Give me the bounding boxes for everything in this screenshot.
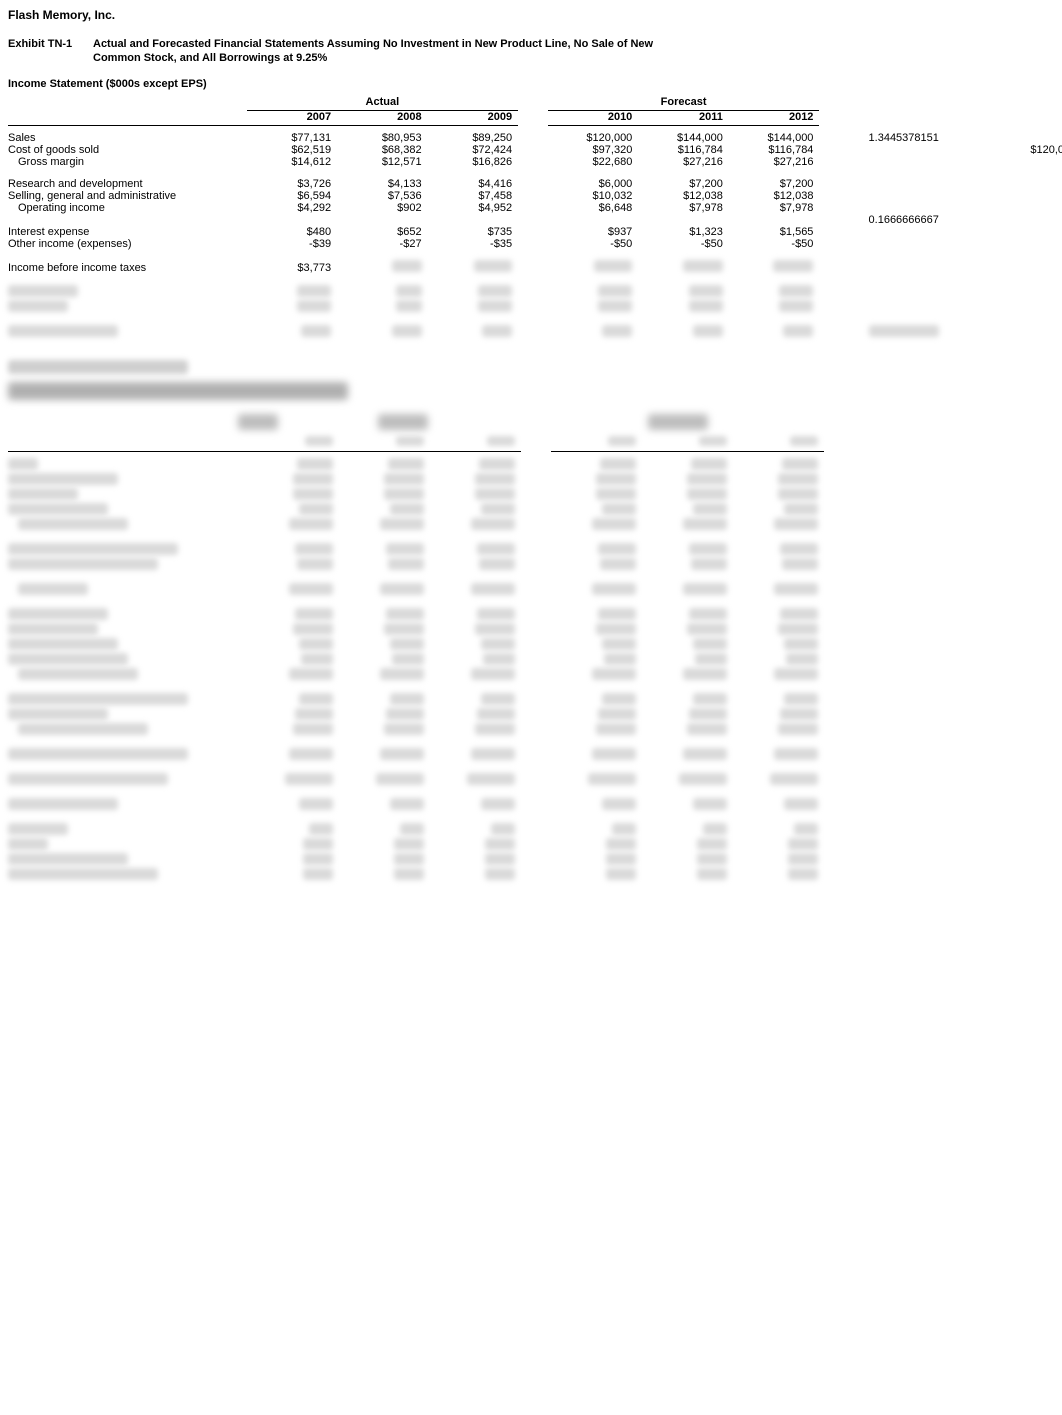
group-forecast: Forecast bbox=[548, 96, 820, 111]
label-cogs: Cost of goods sold bbox=[8, 144, 247, 156]
cell: $89,250 bbox=[428, 132, 519, 144]
cell: $6,000 bbox=[548, 178, 639, 190]
cell: $62,519 bbox=[247, 144, 338, 156]
side-value-3: 0.1666666667 bbox=[819, 214, 944, 226]
blurred-section-title bbox=[8, 360, 188, 374]
label-sales: Sales bbox=[8, 132, 247, 144]
row-sga: Selling, general and administrative $6,5… bbox=[8, 190, 1062, 202]
cell: $1,323 bbox=[638, 226, 729, 238]
col-2011: 2011 bbox=[638, 111, 729, 126]
cell: $10,032 bbox=[548, 190, 639, 202]
cell: $7,458 bbox=[428, 190, 519, 202]
row-interest: Interest expense $480 $652 $735 $937 $1,… bbox=[8, 226, 1062, 238]
cell: -$35 bbox=[428, 238, 519, 250]
cell: $652 bbox=[337, 226, 428, 238]
cell: $144,000 bbox=[729, 132, 820, 144]
cell: $27,216 bbox=[729, 156, 820, 168]
cell: $1,565 bbox=[729, 226, 820, 238]
row-other: Other income (expenses) -$39 -$27 -$35 -… bbox=[8, 238, 1062, 250]
cell: -$39 bbox=[247, 238, 338, 250]
cell: $735 bbox=[428, 226, 519, 238]
cell: $144,000 bbox=[638, 132, 729, 144]
cell: -$50 bbox=[638, 238, 729, 250]
cell: $902 bbox=[337, 202, 428, 214]
cell: $7,536 bbox=[337, 190, 428, 202]
cell: $97,320 bbox=[548, 144, 639, 156]
cell: $77,131 bbox=[247, 132, 338, 144]
label-interest: Interest expense bbox=[8, 226, 247, 238]
cell: $4,416 bbox=[428, 178, 519, 190]
exhibit-header: Exhibit TN-1 Actual and Forecasted Finan… bbox=[8, 38, 1062, 50]
cell: $116,784 bbox=[638, 144, 729, 156]
row-blur bbox=[8, 285, 1062, 300]
row-ibt: Income before income taxes $3,773 bbox=[8, 260, 1062, 275]
cell: $116,784 bbox=[729, 144, 820, 156]
label-sga: Selling, general and administrative bbox=[8, 190, 247, 202]
cell: $937 bbox=[548, 226, 639, 238]
cell: $80,953 bbox=[337, 132, 428, 144]
company-name: Flash Memory, Inc. bbox=[8, 8, 1062, 22]
label-gross: Gross margin bbox=[8, 156, 247, 168]
row-blur bbox=[8, 325, 1062, 340]
side-value-1: 1.3445378151 bbox=[819, 132, 944, 144]
col-2009: 2009 bbox=[428, 111, 519, 126]
cell: $4,952 bbox=[428, 202, 519, 214]
exhibit-title: Actual and Forecasted Financial Statemen… bbox=[93, 38, 653, 50]
label-other: Other income (expenses) bbox=[8, 238, 247, 250]
exhibit-label: Exhibit TN-1 bbox=[8, 38, 93, 50]
cell: $14,612 bbox=[247, 156, 338, 168]
blurred-balance-sheet bbox=[8, 436, 824, 883]
cell: -$27 bbox=[337, 238, 428, 250]
cell: $6,648 bbox=[548, 202, 639, 214]
row-blur bbox=[8, 300, 1062, 315]
row-opincome: Operating income $4,292 $902 $4,952 $6,6… bbox=[8, 202, 1062, 214]
cell: $3,726 bbox=[247, 178, 338, 190]
col-2008: 2008 bbox=[337, 111, 428, 126]
blurred-subtitle bbox=[8, 382, 348, 400]
cell: $4,133 bbox=[337, 178, 428, 190]
group-actual: Actual bbox=[247, 96, 519, 111]
col-2007: 2007 bbox=[247, 111, 338, 126]
cell: $7,978 bbox=[638, 202, 729, 214]
cell: $480 bbox=[247, 226, 338, 238]
cell: -$50 bbox=[548, 238, 639, 250]
cell: $7,200 bbox=[729, 178, 820, 190]
col-2012: 2012 bbox=[729, 111, 820, 126]
cell: $3,773 bbox=[247, 260, 338, 275]
income-statement-title: Income Statement ($000s except EPS) bbox=[8, 78, 1062, 90]
cell: $4,292 bbox=[247, 202, 338, 214]
exhibit-subtitle: Common Stock, and All Borrowings at 9.25… bbox=[93, 52, 1062, 64]
cell: $12,571 bbox=[337, 156, 428, 168]
cell: $12,038 bbox=[729, 190, 820, 202]
side-value-2: $120,0 bbox=[945, 144, 1062, 156]
cell: $16,826 bbox=[428, 156, 519, 168]
cell: $7,200 bbox=[638, 178, 729, 190]
row-cogs: Cost of goods sold $62,519 $68,382 $72,4… bbox=[8, 144, 1062, 156]
cell: $7,978 bbox=[729, 202, 820, 214]
row-gross: Gross margin $14,612 $12,571 $16,826 $22… bbox=[8, 156, 1062, 168]
cell: -$50 bbox=[729, 238, 820, 250]
label-opincome: Operating income bbox=[8, 202, 247, 214]
label-rd: Research and development bbox=[8, 178, 247, 190]
cell: $6,594 bbox=[247, 190, 338, 202]
cell: $22,680 bbox=[548, 156, 639, 168]
cell: $27,216 bbox=[638, 156, 729, 168]
cell: $12,038 bbox=[638, 190, 729, 202]
cell: $72,424 bbox=[428, 144, 519, 156]
cell: $68,382 bbox=[337, 144, 428, 156]
blurred-table-header bbox=[8, 414, 1062, 430]
income-statement-table: Actual Forecast 2007 2008 2009 2010 2011… bbox=[8, 96, 1062, 340]
col-2010: 2010 bbox=[548, 111, 639, 126]
cell: $120,000 bbox=[548, 132, 639, 144]
row-rd: Research and development $3,726 $4,133 $… bbox=[8, 178, 1062, 190]
row-sales: Sales $77,131 $80,953 $89,250 $120,000 $… bbox=[8, 132, 1062, 144]
label-ibt: Income before income taxes bbox=[8, 260, 247, 275]
